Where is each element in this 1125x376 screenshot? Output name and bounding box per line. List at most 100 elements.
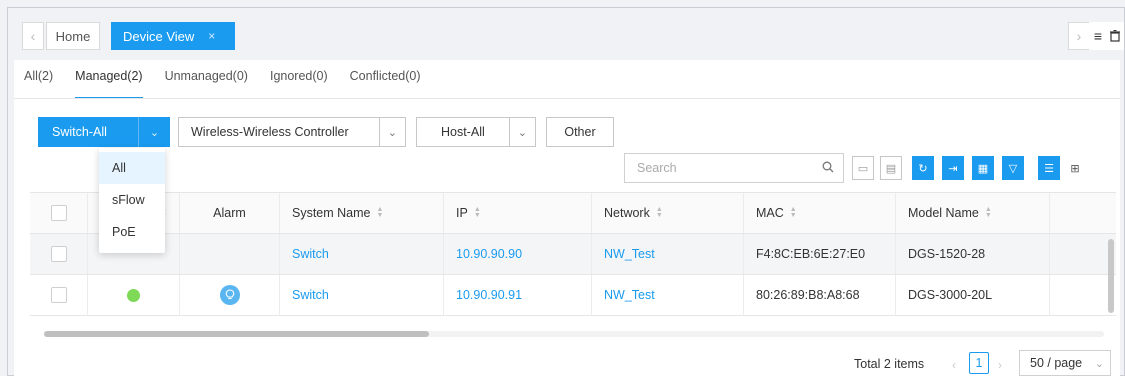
model-name-cell: DGS-1520-28 — [896, 234, 1050, 274]
lightbulb-icon[interactable] — [219, 285, 240, 305]
system-name-cell: Switch — [280, 275, 444, 315]
switch-filter-label: Switch-All — [52, 125, 107, 139]
network-link[interactable]: NW_Test — [604, 288, 655, 302]
trash-icon[interactable] — [1106, 22, 1124, 50]
menu-icon[interactable]: ≡ — [1089, 22, 1107, 50]
menu-item-poe[interactable]: PoE — [99, 216, 165, 248]
tab-managed[interactable]: Managed(2) — [75, 69, 143, 99]
ip-column-header[interactable]: IP ▲ ▼ — [444, 193, 592, 233]
vertical-scrollbar[interactable] — [1106, 235, 1116, 317]
table-header: ▲▼ Alarm System Name ▲▼ IP ▲▼ Network ▲▼ MA… — [30, 193, 1116, 234]
tab-home-label: Home — [55, 28, 91, 44]
alarm-column-header: Alarm — [180, 193, 280, 233]
search-placeholder: Search — [637, 161, 677, 175]
tab-unmanaged[interactable]: Unmanaged(0) — [165, 69, 248, 99]
system-name-column-header[interactable]: System Name ▲ ▼ — [280, 193, 444, 233]
filter-icon[interactable]: ▽ — [1002, 156, 1024, 180]
chevron-down-icon[interactable]: ⌄ — [378, 118, 405, 146]
total-items-label: Total 2 items — [854, 357, 925, 371]
export-icon[interactable]: ⇥ — [942, 156, 964, 180]
grid-view-icon[interactable]: ⊞ — [1064, 156, 1086, 180]
model-name-header-label: Model Name — [908, 206, 979, 220]
alarm-cell — [180, 234, 280, 274]
config-icon[interactable]: ▤ — [880, 156, 902, 180]
menu-item-sflow[interactable]: sFlow — [99, 184, 165, 216]
scrollbar-thumb[interactable] — [44, 331, 429, 337]
network-header-label: Network — [604, 206, 650, 220]
chevron-right-icon[interactable]: › — [1068, 22, 1090, 50]
close-icon[interactable]: × — [208, 29, 215, 43]
page-number-button[interactable]: 1 — [969, 352, 989, 374]
ip-link[interactable]: 10.90.90.90 — [456, 247, 522, 261]
status-online-indicator — [127, 288, 140, 302]
network-link[interactable]: NW_Test — [604, 247, 655, 261]
system-name-cell: Switch — [280, 234, 444, 274]
horizontal-scrollbar[interactable] — [44, 331, 1104, 337]
chevron-down-icon: ⌄ — [1094, 357, 1104, 370]
refresh-icon[interactable]: ↻ — [912, 156, 934, 180]
chevron-down-icon[interactable]: ⌄ — [508, 118, 535, 146]
table-row[interactable]: Switch 10.90.90.91 NW_Test 80:26:89:B8:A… — [30, 275, 1116, 316]
monitor-icon[interactable]: ▭ — [852, 156, 874, 180]
network-cell: NW_Test — [592, 275, 744, 315]
list-view-icon[interactable]: ☰ — [1038, 156, 1060, 180]
row-select-cell — [30, 275, 88, 315]
mac-cell: 80:26:89:B8:A8:68 — [744, 275, 896, 315]
tabs-divider — [14, 98, 1120, 99]
tab-all[interactable]: All(2) — [24, 69, 53, 99]
ip-cell: 10.90.90.91 — [444, 275, 592, 315]
model-name-cell: DGS-3000-20L — [896, 275, 1050, 315]
network-cell: NW_Test — [592, 234, 744, 274]
ip-link[interactable]: 10.90.90.91 — [456, 288, 522, 302]
alarm-cell — [180, 275, 280, 315]
more-column-header — [1050, 193, 1116, 233]
tab-device-view-label: Device View — [123, 28, 195, 44]
tab-conflicted[interactable]: Conflicted(0) — [350, 69, 421, 99]
device-table: ▲▼ Alarm System Name ▲▼ IP ▲▼ Network ▲▼ MA… — [30, 192, 1116, 316]
model-name-column-header[interactable]: Model Name ▲ ▼ — [896, 193, 1050, 233]
other-filter-button[interactable]: Other — [546, 117, 614, 147]
mac-header-label: MAC — [756, 206, 784, 220]
device-view-panel: All(2) Managed(2) Unmanaged(0) Ignored(0… — [14, 60, 1120, 376]
ip-header-label: IP — [456, 206, 468, 220]
chevron-left-icon[interactable]: ‹ — [952, 358, 956, 372]
sort-icon[interactable]: ▲▼ — [985, 206, 992, 219]
wireless-filter-label: Wireless-Wireless Controller — [191, 125, 349, 139]
host-filter-button[interactable]: Host-All ⌄ — [416, 117, 536, 147]
host-filter-label: Host-All — [441, 125, 485, 139]
window-tab-bar: ‹ Home Device View × › ≡ — [8, 8, 1124, 60]
chevron-down-icon[interactable]: ⌄ — [138, 117, 170, 147]
tab-home[interactable]: Home — [46, 22, 100, 50]
select-all-checkbox[interactable] — [50, 205, 67, 221]
device-category-tabs: All(2) Managed(2) Unmanaged(0) Ignored(0… — [24, 69, 443, 99]
row-checkbox[interactable] — [50, 287, 67, 303]
report-icon[interactable]: ▦ — [972, 156, 994, 180]
sort-icon[interactable]: ▲▼ — [790, 206, 797, 219]
search-icon[interactable] — [813, 161, 843, 176]
tab-ignored[interactable]: Ignored(0) — [270, 69, 328, 99]
system-name-link[interactable]: Switch — [292, 247, 329, 261]
sort-icon[interactable]: ▲▼ — [474, 206, 481, 219]
app-frame: ‹ Home Device View × › ≡ All(2) Managed(… — [7, 7, 1125, 376]
row-select-cell — [30, 234, 88, 274]
mac-column-header[interactable]: MAC ▲ ▼ — [744, 193, 896, 233]
search-input[interactable]: Search — [624, 153, 844, 183]
tab-device-view[interactable]: Device View × — [111, 22, 235, 50]
wireless-filter-button[interactable]: Wireless-Wireless Controller ⌄ — [178, 117, 406, 147]
table-row[interactable]: Switch 10.90.90.90 NW_Test F4:8C:EB:6E:2… — [30, 234, 1116, 275]
sort-icon[interactable]: ▲▼ — [377, 206, 384, 219]
ip-cell: 10.90.90.90 — [444, 234, 592, 274]
other-filter-label: Other — [564, 125, 596, 139]
mac-cell: F4:8C:EB:6E:27:E0 — [744, 234, 896, 274]
chevron-right-icon[interactable]: › — [998, 358, 1002, 372]
network-column-header[interactable]: Network ▲ ▼ — [592, 193, 744, 233]
sort-icon[interactable]: ▲▼ — [656, 206, 663, 219]
system-name-link[interactable]: Switch — [292, 288, 329, 302]
scrollbar-thumb[interactable] — [1108, 239, 1114, 313]
page-size-select[interactable]: 50 / page ⌄ — [1019, 350, 1111, 376]
row-checkbox[interactable] — [50, 246, 67, 262]
menu-item-all[interactable]: All — [99, 152, 165, 184]
switch-filter-button[interactable]: Switch-All ⌄ — [38, 117, 170, 147]
chevron-left-icon[interactable]: ‹ — [22, 22, 44, 50]
switch-filter-menu: All sFlow PoE — [99, 148, 165, 253]
